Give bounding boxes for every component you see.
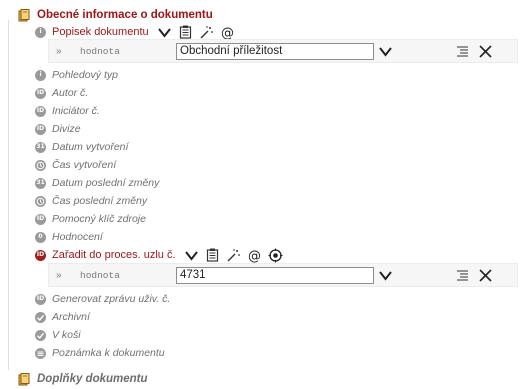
- field-autor[interactable]: ID Autor č.: [0, 84, 88, 102]
- field-hodnoceni[interactable]: 0 Hodnocení: [0, 228, 103, 246]
- id-bullet-icon: ID: [35, 293, 46, 305]
- calendar-bullet-icon: 31: [35, 177, 46, 189]
- clock-bullet-icon: [35, 159, 46, 171]
- close-icon[interactable]: [478, 268, 493, 283]
- field-popisek-label: Popisek dokumentu: [52, 26, 149, 38]
- field-label: Čas poslední změny: [52, 195, 148, 207]
- field-label: Pohledový typ: [52, 69, 118, 81]
- field-label: Autor č.: [52, 87, 89, 99]
- svg-text:@: @: [248, 249, 261, 263]
- zaradit-value-input[interactable]: [176, 266, 374, 284]
- field-zaradit[interactable]: ID Zařadit do proces. uzlu č. @: [0, 246, 283, 264]
- sparkle-icon[interactable]: [226, 248, 241, 263]
- chevron-down-icon[interactable]: [378, 44, 393, 59]
- zaradit-value-row: » hodnota: [48, 263, 518, 287]
- section-addons-title: Doplňky dokumentu: [37, 373, 148, 385]
- check-bullet-icon: [35, 329, 46, 341]
- at-icon[interactable]: @: [247, 248, 262, 263]
- notes-icon[interactable]: [178, 25, 193, 40]
- list-icon[interactable]: [455, 44, 470, 59]
- field-label: Datum vytvoření: [52, 141, 129, 153]
- popisek-value-row: » hodnota: [48, 39, 518, 63]
- field-iniciator[interactable]: ID Iniciátor č.: [0, 102, 100, 120]
- calendar-bullet-icon: 31: [35, 141, 46, 153]
- chevron-down-icon[interactable]: [378, 268, 393, 283]
- info-bullet-icon: i: [35, 69, 46, 81]
- id-bullet-icon: ID: [35, 249, 46, 261]
- field-label: Generovat zprávu uživ. č.: [52, 293, 171, 305]
- target-icon[interactable]: [268, 248, 283, 263]
- value-name-label: hodnota: [80, 45, 120, 57]
- field-divize[interactable]: ID Divize: [0, 120, 81, 138]
- field-cas-posledni-zmeny[interactable]: Čas poslední změny: [0, 192, 147, 210]
- field-label: Hodnocení: [52, 231, 103, 243]
- sparkle-icon[interactable]: [199, 25, 214, 40]
- field-v-kosi[interactable]: V koši: [0, 326, 81, 344]
- field-datum-vytvoreni[interactable]: 31 Datum vytvoření: [0, 138, 128, 156]
- field-archivni[interactable]: Archivní: [0, 308, 90, 326]
- field-poznamka[interactable]: Poznámka k dokumentu: [0, 344, 165, 362]
- section-general-header[interactable]: Obecné informace o dokumentu: [0, 6, 213, 24]
- field-label: Archivní: [52, 311, 90, 323]
- id-bullet-icon: ID: [35, 213, 46, 225]
- svg-text:@: @: [221, 26, 234, 40]
- field-cas-vytvoreni[interactable]: Čas vytvoření: [0, 156, 116, 174]
- field-label: Divize: [52, 123, 81, 135]
- field-zaradit-label: Zařadit do proces. uzlu č.: [52, 249, 176, 261]
- info-bullet-icon: i: [35, 26, 46, 38]
- popisek-value-input[interactable]: [176, 42, 374, 60]
- section-general-title: Obecné informace o dokumentu: [37, 9, 213, 21]
- field-label: V koši: [52, 329, 81, 341]
- field-label: Pomocný klíč zdroje: [52, 213, 146, 225]
- value-prefix: »: [56, 269, 62, 281]
- at-icon[interactable]: @: [220, 25, 235, 40]
- field-pohledovy-typ[interactable]: i Pohledový typ: [0, 66, 118, 84]
- zero-bullet-icon: 0: [35, 231, 46, 243]
- field-generovat-zpravu[interactable]: ID Generovat zprávu uživ. č.: [0, 290, 170, 308]
- field-label: Iniciátor č.: [52, 105, 100, 117]
- close-icon[interactable]: [478, 44, 493, 59]
- id-bullet-icon: ID: [35, 123, 46, 135]
- text-lines-bullet-icon: [35, 347, 46, 359]
- section-addons-header[interactable]: Doplňky dokumentu: [0, 370, 148, 388]
- chevron-down-icon[interactable]: [157, 25, 172, 40]
- field-pomocny-klic[interactable]: ID Pomocný klíč zdroje: [0, 210, 146, 228]
- check-bullet-icon: [35, 311, 46, 323]
- notes-icon[interactable]: [205, 248, 220, 263]
- book-icon: [18, 8, 30, 21]
- field-label: Datum poslední změny: [52, 177, 160, 189]
- list-icon[interactable]: [455, 268, 470, 283]
- field-label: Čas vytvoření: [52, 159, 117, 171]
- clock-bullet-icon: [35, 195, 46, 207]
- chevron-down-icon[interactable]: [184, 248, 199, 263]
- id-bullet-icon: ID: [35, 87, 46, 99]
- book-icon: [18, 372, 30, 385]
- field-label: Poznámka k dokumentu: [52, 347, 165, 359]
- id-bullet-icon: ID: [35, 105, 46, 117]
- value-prefix: »: [56, 45, 62, 57]
- value-name-label: hodnota: [80, 269, 120, 281]
- field-datum-posledni-zmeny[interactable]: 31 Datum poslední změny: [0, 174, 159, 192]
